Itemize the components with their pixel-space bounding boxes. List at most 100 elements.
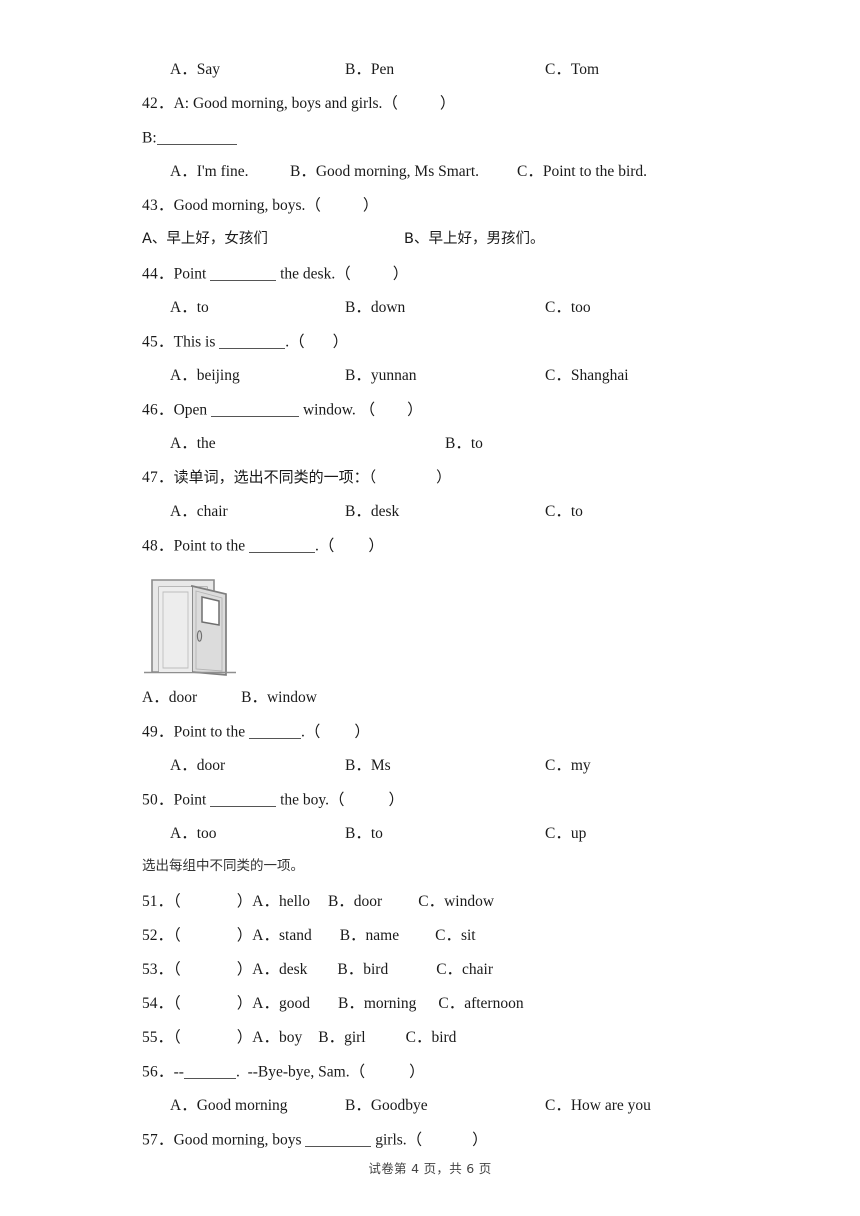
q53-option-c[interactable]: C．chair	[436, 961, 493, 978]
q48-option-b[interactable]: B．window	[241, 689, 317, 706]
q56-blank[interactable]	[183, 1064, 236, 1080]
q54-option-a[interactable]: A．good	[252, 995, 310, 1012]
q46-blank[interactable]	[211, 402, 300, 418]
q49-blank[interactable]	[248, 724, 301, 740]
q53-option-b[interactable]: B．bird	[337, 961, 388, 978]
q50-options-row: A．too B．to C．up	[142, 826, 762, 860]
q57-blank[interactable]	[305, 1132, 372, 1148]
q44-option-c[interactable]: C．too	[545, 300, 591, 316]
q54-number: 54．（	[142, 995, 181, 1012]
q51-number: 51．（	[142, 893, 181, 910]
q52-row: 52．（ ）A．stand B．name C．sit	[142, 928, 762, 962]
q47-stem-text: 读单词，选出不同类的一项：（	[173, 468, 377, 486]
q50-blank[interactable]	[210, 792, 277, 808]
q42-options-row: A．I'm fine. B．Good morning, Ms Smart. C．…	[142, 164, 762, 198]
q55-number: 55．（	[142, 1029, 181, 1046]
q45-option-b[interactable]: B．yunnan	[345, 368, 416, 384]
page-footer: 试卷第 4 页，共 6 页	[368, 1161, 492, 1176]
q43-stem-close: ）	[362, 197, 379, 214]
q42-option-a[interactable]: A．I'm fine.	[170, 164, 249, 180]
q50-stem-close: ）	[388, 791, 405, 809]
q44-option-b[interactable]: B．down	[345, 300, 405, 316]
q48-figure-wrap	[142, 572, 762, 690]
q44-stem-close: ）	[392, 265, 409, 283]
q53-number: 53．（	[142, 961, 181, 978]
q43-stem: 43．Good morning, boys.（ ）	[142, 198, 762, 232]
q45-number: 45．	[142, 333, 174, 351]
q52-option-a[interactable]: A．stand	[252, 927, 311, 944]
q44-stem: 44．Point the desk.（ ）	[142, 266, 762, 300]
q56-stem-pre: --	[173, 1063, 184, 1081]
q53-option-a[interactable]: A．desk	[252, 961, 307, 978]
q42-answer-blank[interactable]	[156, 130, 237, 146]
q50-option-a[interactable]: A．too	[170, 826, 217, 842]
q41-option-b[interactable]: B．Pen	[345, 62, 394, 78]
q50-option-b[interactable]: B．to	[345, 826, 383, 842]
q49-options-row: A．door B．Ms C．my	[142, 758, 762, 792]
q44-number: 44．	[142, 265, 174, 283]
q46-option-b[interactable]: B．to	[445, 436, 483, 452]
q55-close: ）	[236, 1029, 253, 1046]
q50-stem-post: the boy.（	[276, 791, 345, 809]
q45-options-row: A．beijing B．yunnan C．Shanghai	[142, 368, 762, 402]
exam-paper-page: A．Say B．Pen C．Tom 42．A: Good morning, bo…	[0, 0, 860, 1216]
q48-blank[interactable]	[248, 538, 315, 554]
q52-option-b[interactable]: B．name	[340, 927, 399, 944]
q41-option-c[interactable]: C．Tom	[545, 62, 599, 78]
q47-option-b[interactable]: B．desk	[345, 504, 399, 520]
q45-stem-close: ）	[332, 333, 349, 351]
q56-stem-close: ）	[409, 1063, 425, 1081]
q56-option-c[interactable]: C．How are you	[545, 1098, 651, 1114]
q54-close: ）	[236, 995, 253, 1012]
q47-options-row: A．chair B．desk C．to	[142, 504, 762, 538]
q47-option-c[interactable]: C．to	[545, 504, 583, 520]
q43-option-b[interactable]: B、早上好，男孩们。	[404, 232, 544, 247]
q46-option-a[interactable]: A．the	[170, 436, 216, 452]
q51-option-a[interactable]: A．hello	[252, 893, 310, 910]
q55-option-c[interactable]: C．bird	[406, 1029, 457, 1046]
q43-stem-text: Good morning, boys.（	[173, 197, 321, 214]
q43-option-a[interactable]: A、早上好，女孩们	[142, 232, 268, 247]
q50-stem-pre: Point	[173, 791, 211, 809]
q49-stem: 49．Point to the .（ ）	[142, 724, 762, 758]
q55-option-b[interactable]: B．girl	[318, 1029, 365, 1046]
q54-option-c[interactable]: C．afternoon	[438, 995, 523, 1012]
question-list: A．Say B．Pen C．Tom 42．A: Good morning, bo…	[142, 62, 762, 1166]
q49-stem-pre: Point to the	[173, 723, 249, 741]
q49-option-b[interactable]: B．Ms	[345, 758, 391, 774]
q49-option-a[interactable]: A．door	[170, 758, 225, 774]
q43-number: 43．	[142, 197, 174, 214]
q48-option-a[interactable]: A．door	[142, 689, 197, 706]
q56-stem-post: . --Bye-bye, Sam.（	[235, 1063, 366, 1081]
q41-option-a[interactable]: A．Say	[170, 62, 220, 78]
q47-stem-close: ）	[436, 468, 452, 486]
q45-option-c[interactable]: C．Shanghai	[545, 368, 629, 384]
q54-option-b[interactable]: B．morning	[338, 995, 416, 1012]
q46-number: 46．	[142, 401, 174, 419]
q48-stem-close: ）	[368, 537, 384, 555]
q46-stem: 46．Open window. （ ）	[142, 402, 762, 436]
q42-speaker-b-label: B:	[142, 129, 157, 147]
q50-number: 50．	[142, 791, 174, 809]
q52-option-c[interactable]: C．sit	[435, 927, 475, 944]
q44-blank[interactable]	[210, 266, 277, 282]
q45-option-a[interactable]: A．beijing	[170, 368, 240, 384]
q51-option-c[interactable]: C．window	[418, 893, 494, 910]
q42-option-b[interactable]: B．Good morning, Ms Smart.	[290, 164, 479, 180]
q48-options-row: A．door B．window	[142, 690, 762, 724]
q56-option-b[interactable]: B．Goodbye	[345, 1098, 428, 1114]
q45-stem-post: .（	[285, 333, 305, 351]
q49-option-c[interactable]: C．my	[545, 758, 591, 774]
q54-row: 54．（ ）A．good B．morning C．afternoon	[142, 996, 762, 1030]
q56-option-a[interactable]: A．Good morning	[170, 1098, 288, 1114]
q45-blank[interactable]	[219, 334, 286, 350]
q44-stem-post: the desk.（	[276, 265, 351, 283]
q42-option-c[interactable]: C．Point to the bird.	[517, 164, 647, 180]
q51-option-b[interactable]: B．door	[328, 893, 382, 910]
q55-option-a[interactable]: A．boy	[252, 1029, 302, 1046]
q50-option-c[interactable]: C．up	[545, 826, 586, 842]
q44-option-a[interactable]: A．to	[170, 300, 209, 316]
q47-option-a[interactable]: A．chair	[170, 504, 228, 520]
q41-options-row: A．Say B．Pen C．Tom	[142, 62, 762, 96]
q57-stem-pre: Good morning, boys	[173, 1131, 306, 1149]
